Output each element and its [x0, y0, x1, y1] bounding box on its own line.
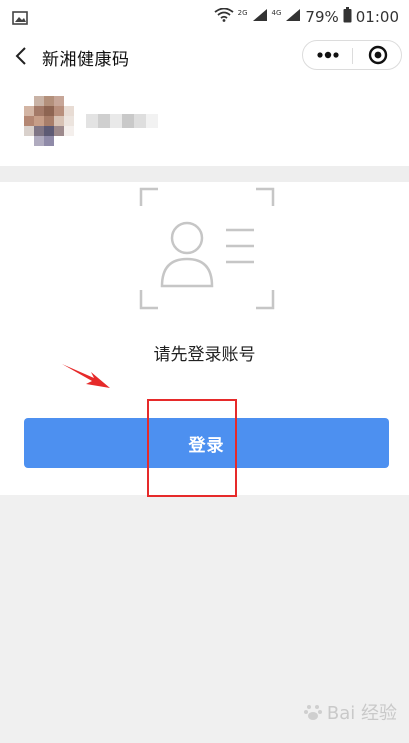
id-card-person-icon — [138, 186, 276, 312]
signal-icon-2 — [285, 8, 301, 26]
battery-icon — [343, 7, 352, 27]
clock: 01:00 — [355, 8, 399, 26]
network-type-2g: 2G — [237, 8, 248, 17]
user-name-blurred — [86, 114, 158, 128]
network-type-4g: 4G — [271, 8, 282, 17]
nav-bar: 新湘健康码 — [0, 34, 409, 78]
mini-program-capsule — [302, 40, 402, 70]
close-target-icon[interactable] — [353, 41, 401, 69]
login-card: 请先登录账号 登录 — [0, 182, 409, 495]
wifi-icon — [214, 7, 234, 26]
signal-icon — [252, 8, 268, 26]
avatar — [24, 96, 74, 146]
paw-icon — [303, 705, 322, 720]
section-divider — [0, 166, 409, 182]
back-arrow-icon[interactable] — [10, 44, 34, 68]
gallery-icon — [12, 10, 28, 29]
battery-percent: 79% — [305, 8, 339, 26]
login-prompt: 请先登录账号 — [153, 345, 256, 365]
baidu-jingyan-watermark: Bai 经验 — [303, 699, 397, 725]
status-indicators: 2G 4G 79% 01:00 — [214, 6, 399, 28]
login-button[interactable]: 登录 — [24, 418, 389, 468]
watermark-text: Bai 经验 — [326, 703, 397, 724]
user-info — [0, 78, 409, 166]
more-dots-icon[interactable] — [303, 41, 352, 69]
page-title: 新湘健康码 — [42, 50, 130, 70]
status-bar: 2G 4G 79% 01:00 — [0, 0, 409, 34]
